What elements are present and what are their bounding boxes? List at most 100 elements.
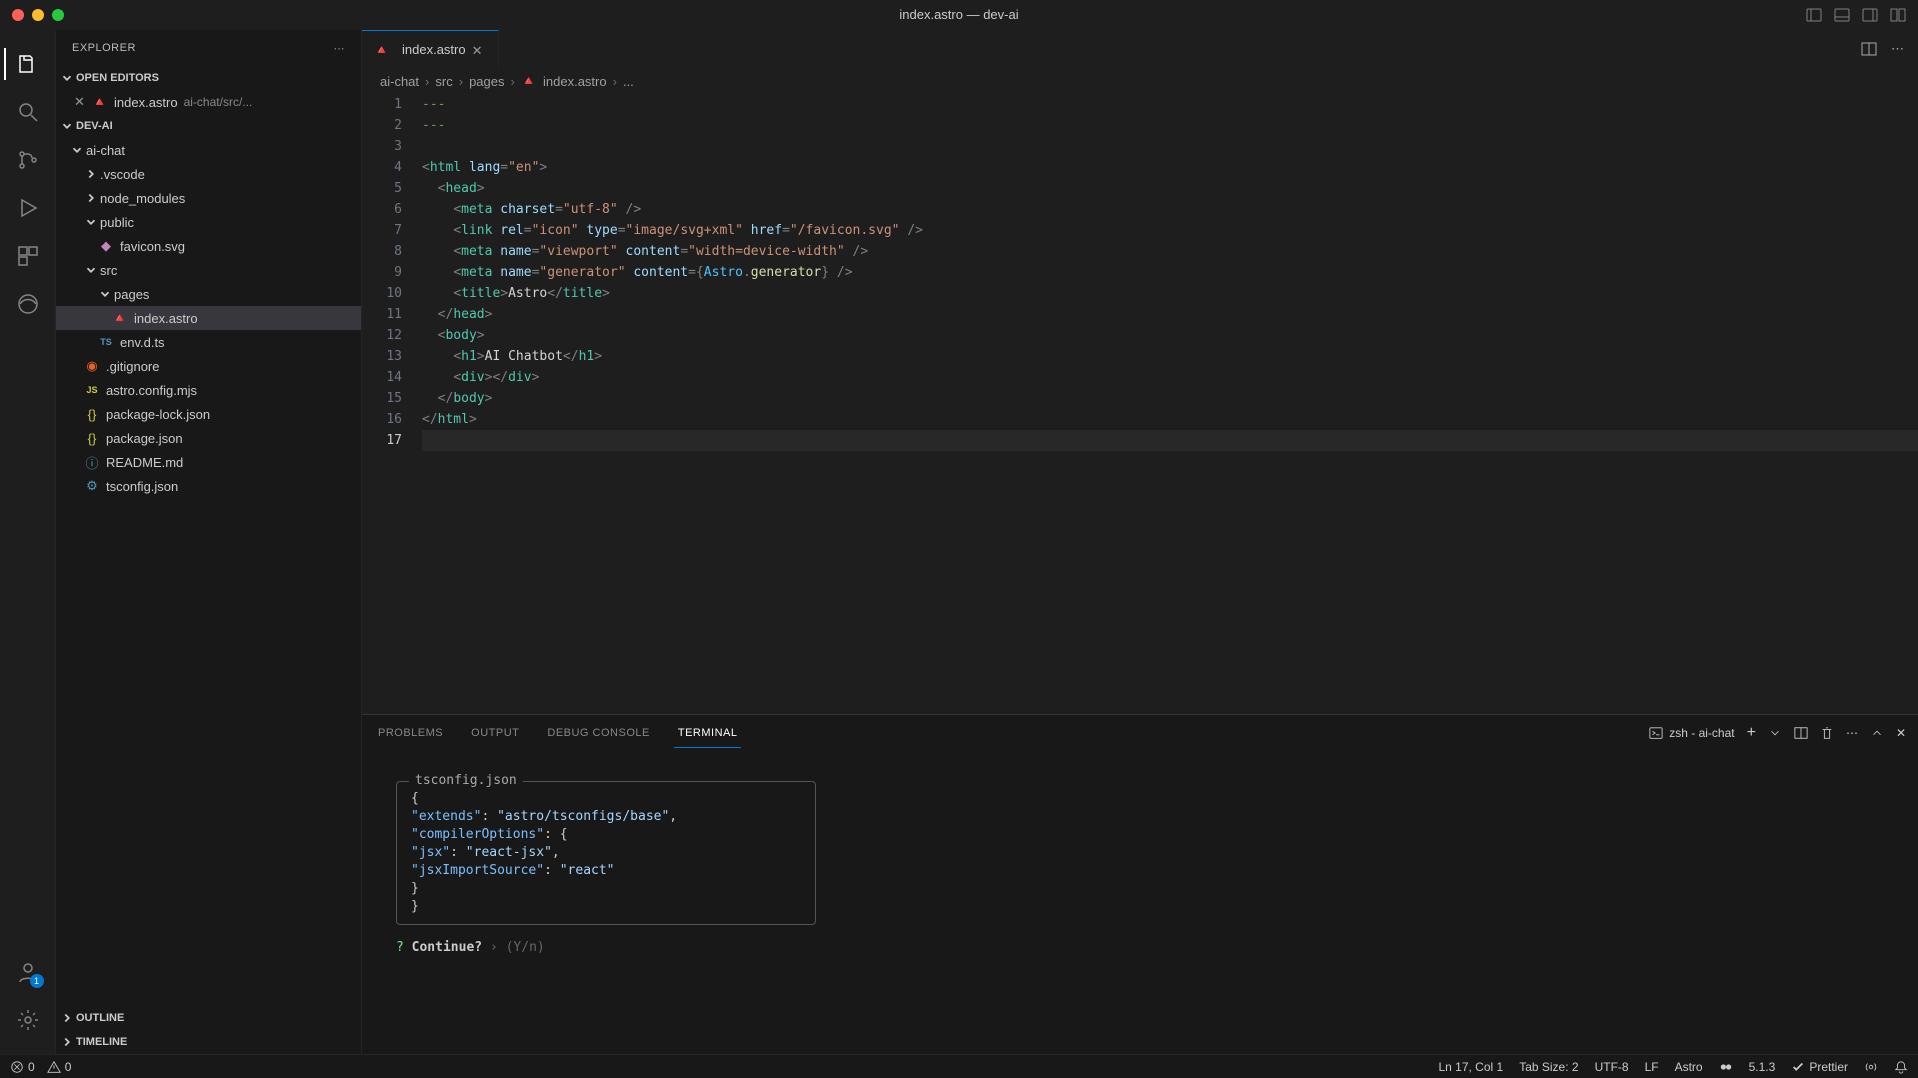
close-window-button[interactable] [12, 9, 24, 21]
file-astro-config[interactable]: JS astro.config.mjs [56, 378, 361, 402]
terminal-body[interactable]: tsconfig.json { "extends": "astro/tsconf… [362, 751, 1918, 1054]
code-line[interactable]: </head> [422, 304, 1918, 325]
status-errors[interactable]: 0 [10, 1060, 35, 1074]
layout-icon[interactable] [1890, 7, 1906, 23]
extensions-activity[interactable] [4, 232, 52, 280]
sidebar-more-icon[interactable]: ⋯ [334, 42, 346, 55]
tab-debug-console[interactable]: DEBUG CONSOLE [543, 719, 653, 747]
folder-src[interactable]: src [56, 258, 361, 282]
new-terminal-icon[interactable]: + [1747, 724, 1756, 742]
breadcrumb-item[interactable]: ... [623, 74, 634, 89]
maximize-window-button[interactable] [52, 9, 64, 21]
tab-problems[interactable]: PROBLEMS [374, 719, 447, 747]
folder-ai-chat[interactable]: ai-chat [56, 138, 361, 162]
git-file-icon: ◉ [84, 358, 100, 374]
maximize-panel-icon[interactable] [1870, 726, 1884, 740]
panel-left-icon[interactable] [1806, 7, 1822, 23]
folder-public[interactable]: public [56, 210, 361, 234]
breadcrumb-item[interactable]: index.astro [543, 74, 607, 89]
minimize-window-button[interactable] [32, 9, 44, 21]
code-editor[interactable]: 1234567891011121314151617 ------<html la… [362, 94, 1918, 714]
code-line[interactable]: <link rel="icon" type="image/svg+xml" hr… [422, 220, 1918, 241]
settings-activity[interactable] [4, 996, 52, 1044]
tab-output[interactable]: OUTPUT [467, 719, 523, 747]
status-copilot[interactable] [1719, 1060, 1733, 1074]
code-line[interactable]: <body> [422, 325, 1918, 346]
editor-more-icon[interactable]: ⋯ [1891, 41, 1904, 57]
code-line[interactable]: --- [422, 115, 1918, 136]
status-tab-size[interactable]: Tab Size: 2 [1519, 1060, 1578, 1074]
code-line[interactable]: <html lang="en"> [422, 157, 1918, 178]
close-icon[interactable]: ✕ [74, 94, 88, 110]
status-prettier[interactable]: Prettier [1791, 1060, 1848, 1074]
chevron-right-icon [60, 1011, 74, 1025]
file-index-astro[interactable]: 🔺 index.astro [56, 306, 361, 330]
search-activity[interactable] [4, 88, 52, 136]
close-tab-icon[interactable]: ✕ [472, 43, 486, 57]
status-language[interactable]: Astro [1675, 1060, 1703, 1074]
code-line[interactable]: --- [422, 94, 1918, 115]
file-readme[interactable]: ⓘ README.md [56, 450, 361, 474]
status-encoding[interactable]: UTF-8 [1595, 1060, 1629, 1074]
code-line[interactable]: <title>Astro</title> [422, 283, 1918, 304]
breadcrumb-item[interactable]: src [435, 74, 452, 89]
file-env-d-ts[interactable]: TS env.d.ts [56, 330, 361, 354]
json-file-icon: {} [84, 430, 100, 446]
terminal-line: "jsx": "react-jsx", [411, 844, 801, 862]
tab-index-astro[interactable]: 🔺 index.astro ✕ [362, 30, 499, 68]
breadcrumb-item[interactable]: pages [469, 74, 504, 89]
code-line[interactable]: <meta name="generator" content={Astro.ge… [422, 262, 1918, 283]
terminal-info[interactable]: zsh - ai-chat [1649, 726, 1734, 740]
status-bell-icon[interactable] [1894, 1060, 1908, 1074]
code-line[interactable]: <meta name="viewport" content="width=dev… [422, 241, 1918, 262]
file-gitignore[interactable]: ◉ .gitignore [56, 354, 361, 378]
timeline-header[interactable]: TIMELINE [56, 1030, 361, 1054]
code-line[interactable]: <head> [422, 178, 1918, 199]
open-editor-item[interactable]: ✕ 🔺 index.astro ai-chat/src/... [56, 90, 361, 114]
split-terminal-icon[interactable] [1794, 726, 1808, 740]
accounts-activity[interactable]: 1 [4, 948, 52, 996]
folder-vscode[interactable]: .vscode [56, 162, 361, 186]
terminal-dropdown-icon[interactable] [1768, 726, 1782, 740]
code-line[interactable]: <h1>AI Chatbot</h1> [422, 346, 1918, 367]
panel-more-icon[interactable]: ⋯ [1846, 726, 1858, 740]
timeline-label: TIMELINE [76, 1036, 127, 1048]
folder-node-modules[interactable]: node_modules [56, 186, 361, 210]
status-version[interactable]: 5.1.3 [1749, 1060, 1776, 1074]
source-control-activity[interactable] [4, 136, 52, 184]
close-panel-icon[interactable]: ✕ [1896, 726, 1906, 740]
explorer-activity[interactable] [4, 40, 52, 88]
status-eol[interactable]: LF [1645, 1060, 1659, 1074]
code-line[interactable]: </body> [422, 388, 1918, 409]
panel-bottom-icon[interactable] [1834, 7, 1850, 23]
terminal-prompt[interactable]: ? Continue? › (Y/n) [396, 939, 1898, 957]
chevron-down-icon [70, 143, 84, 157]
edge-activity[interactable] [4, 280, 52, 328]
chevron-right-icon: › [459, 74, 463, 89]
code-line[interactable] [422, 430, 1918, 451]
file-package-json[interactable]: {} package.json [56, 426, 361, 450]
trash-icon[interactable] [1820, 726, 1834, 740]
status-position[interactable]: Ln 17, Col 1 [1438, 1060, 1503, 1074]
project-header[interactable]: DEV-AI [56, 114, 361, 138]
breadcrumb-item[interactable]: ai-chat [380, 74, 419, 89]
code-content[interactable]: ------ <html lang="en"> <head> <meta char… [422, 94, 1918, 714]
file-tsconfig[interactable]: ⚙ tsconfig.json [56, 474, 361, 498]
status-warnings[interactable]: 0 [47, 1060, 72, 1074]
run-debug-activity[interactable] [4, 184, 52, 232]
code-line[interactable]: <div></div> [422, 367, 1918, 388]
code-line[interactable] [422, 136, 1918, 157]
code-line[interactable]: <meta charset="utf-8" /> [422, 199, 1918, 220]
code-line[interactable]: </html> [422, 409, 1918, 430]
file-package-lock[interactable]: {} package-lock.json [56, 402, 361, 426]
outline-header[interactable]: OUTLINE [56, 1006, 361, 1030]
breadcrumbs[interactable]: ai-chat › src › pages › 🔺 index.astro › … [362, 68, 1918, 94]
terminal-line: "compilerOptions": { [411, 826, 801, 844]
tab-terminal[interactable]: TERMINAL [674, 719, 742, 748]
folder-pages[interactable]: pages [56, 282, 361, 306]
open-editors-header[interactable]: OPEN EDITORS [56, 66, 361, 90]
file-favicon[interactable]: ◆ favicon.svg [56, 234, 361, 258]
status-feedback-icon[interactable] [1864, 1060, 1878, 1074]
panel-right-icon[interactable] [1862, 7, 1878, 23]
split-editor-icon[interactable] [1861, 41, 1877, 57]
